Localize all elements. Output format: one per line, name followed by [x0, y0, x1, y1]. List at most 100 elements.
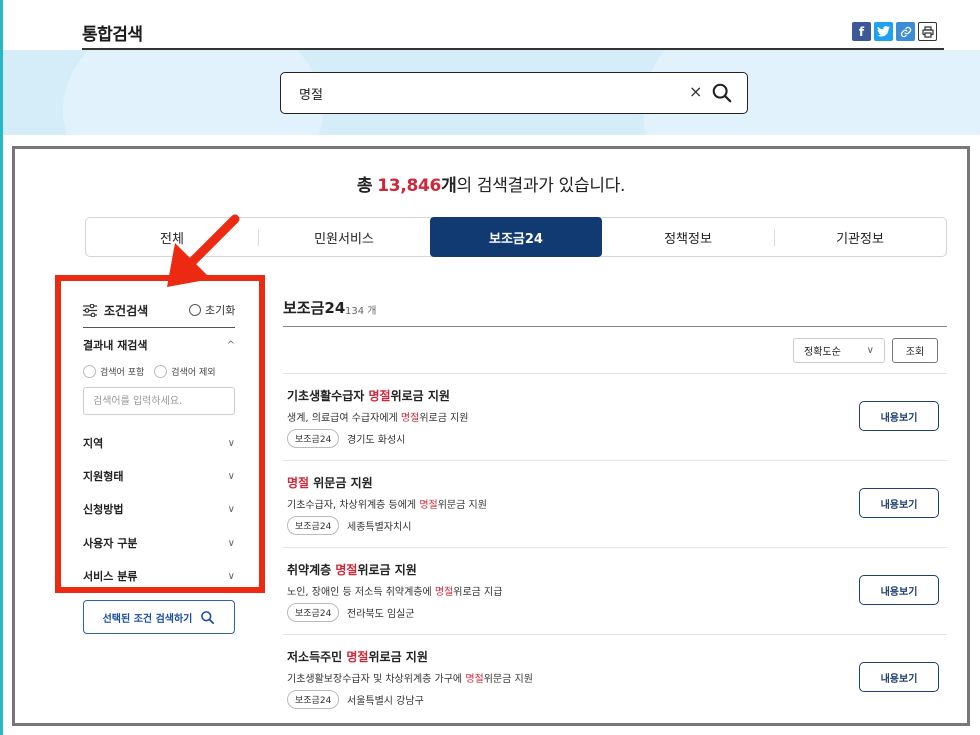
title-text: 저소득주민: [287, 650, 347, 664]
title-highlight: 명절: [335, 563, 358, 577]
filter-support-type[interactable]: 지원형태 ∨: [83, 468, 235, 484]
filter-application-method-label: 신청방법: [83, 503, 124, 516]
include-keyword-label: 검색어 포함: [100, 368, 145, 378]
radio-circle-icon: [154, 365, 168, 378]
chevron-up-icon: ^: [226, 339, 235, 351]
title-text: 위로금 지원: [390, 389, 450, 403]
sort-select[interactable]: 정확도순 ∨: [793, 338, 885, 363]
results-section-title: 보조금24: [283, 299, 346, 317]
result-item: 저소득주민 명절위로금 지원 기초생활보장수급자 및 차상위계층 가구에 명절위…: [283, 634, 947, 721]
result-tag: 보조금24: [287, 429, 340, 448]
desc-highlight: 명절: [419, 500, 438, 511]
print-icon[interactable]: [918, 22, 937, 41]
view-details-button[interactable]: 내용보기: [859, 662, 939, 692]
desc-highlight: 명절: [465, 674, 484, 685]
summary-count: 13,846: [377, 176, 442, 196]
tab-agency-info[interactable]: 기관정보: [774, 218, 946, 256]
summary-unit: 개: [441, 176, 457, 196]
tab-policy-info[interactable]: 정책정보: [602, 218, 774, 256]
apply-filter-button[interactable]: 선택된 조건 검색하기: [83, 600, 235, 634]
result-description: 노인, 장애인 등 저소득 취약계층에 명절위로금 지급: [287, 583, 502, 598]
chevron-down-icon: ∨: [227, 470, 235, 482]
filter-user-type-label: 사용자 구분: [83, 537, 138, 550]
title-text: 위로금 지원: [368, 650, 428, 664]
summary-suffix: 의 검색결과가 있습니다.: [456, 176, 626, 196]
result-title[interactable]: 기초생활수급자 명절위로금 지원: [287, 387, 450, 404]
result-item: 취약계층 명절위로금 지원 노인, 장애인 등 저소득 취약계층에 명절위로금 …: [283, 547, 947, 634]
keyword-input[interactable]: [83, 387, 235, 415]
filter-divider: [83, 327, 235, 328]
filter-support-type-label: 지원형태: [83, 470, 124, 483]
result-region: 서울특별시 강남구: [347, 696, 424, 707]
sliders-icon: [83, 304, 97, 317]
result-title[interactable]: 저소득주민 명절위로금 지원: [287, 648, 428, 665]
result-region: 전라북도 임실군: [347, 609, 415, 620]
refresh-icon: [189, 304, 201, 316]
view-details-button[interactable]: 내용보기: [859, 401, 939, 431]
result-region: 세종특별자치시: [347, 522, 412, 533]
tab-civil-services[interactable]: 민원서비스: [258, 218, 430, 256]
include-keyword-radio[interactable]: 검색어 포함: [83, 365, 144, 378]
title-highlight: 명절: [346, 650, 369, 664]
title-text: 취약계층: [287, 563, 336, 577]
refine-search-toggle[interactable]: 결과내 재검색 ^: [83, 337, 235, 353]
search-icon[interactable]: [711, 82, 733, 104]
filter-user-type[interactable]: 사용자 구분 ∨: [83, 535, 235, 551]
result-item: 기초생활수급자 명절위로금 지원 생계, 의료급여 수급자에게 명절위로금 지원…: [283, 373, 947, 460]
filter-service-category[interactable]: 서비스 분류 ∨: [83, 568, 235, 584]
chevron-down-icon: ∨: [227, 503, 235, 515]
page-title: 통합검색: [82, 25, 143, 45]
desc-text: 위문금 지원: [437, 500, 487, 511]
desc-text: 생계, 의료급여 수급자에게: [287, 413, 401, 424]
chevron-down-icon: ∨: [866, 345, 874, 356]
top-bar: [3, 0, 980, 50]
results-count: 134 개: [345, 306, 377, 317]
filter-service-category-label: 서비스 분류: [83, 570, 138, 583]
result-tag: 보조금24: [287, 603, 340, 622]
view-details-button[interactable]: 내용보기: [859, 575, 939, 605]
search-input[interactable]: [299, 83, 659, 103]
results-frame: 총 13,846개의 검색결과가 있습니다. 전체 민원서비스 보조금24 정책…: [12, 146, 970, 726]
chevron-down-icon: ∨: [227, 570, 235, 582]
filter-header: 조건검색: [83, 302, 148, 319]
result-description: 생계, 의료급여 수급자에게 명절위로금 지원: [287, 409, 469, 424]
tab-subsidy24[interactable]: 보조금24: [430, 217, 602, 257]
desc-text: 노인, 장애인 등 저소득 취약계층에: [287, 587, 435, 598]
radio-circle-icon: [83, 365, 96, 378]
result-description: 기초생활보장수급자 및 차상위계층 가구에 명절위문금 지원: [287, 670, 533, 685]
exclude-keyword-radio[interactable]: 검색어 제외: [154, 365, 216, 378]
title-text: 위문금 지원: [309, 476, 373, 490]
view-details-button[interactable]: 내용보기: [859, 488, 939, 518]
reset-label: 초기화: [205, 304, 236, 317]
desc-highlight: 명절: [400, 413, 420, 424]
result-tag: 보조금24: [287, 690, 340, 709]
query-button[interactable]: 조회: [892, 338, 938, 363]
result-tag: 보조금24: [287, 516, 340, 535]
exclude-keyword-label: 검색어 제외: [171, 368, 216, 378]
facebook-icon[interactable]: f: [852, 22, 871, 41]
link-icon[interactable]: [896, 22, 915, 41]
reset-button[interactable]: 초기화: [189, 302, 235, 318]
refine-options: 검색어 포함 검색어 제외: [83, 365, 216, 378]
result-item: 명절 위문금 지원 기초수급자, 차상위계층 등에게 명절위문금 지원 보조금2…: [283, 460, 947, 547]
desc-text: 위문금 지원: [483, 674, 533, 685]
twitter-icon[interactable]: [874, 22, 893, 41]
desc-text: 기초수급자, 차상위계층 등에게: [287, 500, 420, 511]
search-box: ×: [280, 72, 748, 114]
desc-highlight: 명절: [434, 587, 454, 598]
summary-prefix: 총: [356, 176, 373, 196]
chevron-down-icon: ∨: [227, 437, 235, 449]
desc-text: 위로금 지원: [419, 413, 469, 424]
result-region: 경기도 화성시: [347, 435, 406, 446]
filter-application-method[interactable]: 신청방법 ∨: [83, 501, 235, 517]
filter-region[interactable]: 지역 ∨: [83, 435, 235, 451]
title-highlight: 명절: [287, 476, 310, 490]
search-icon: [201, 610, 215, 624]
result-title[interactable]: 취약계층 명절위로금 지원: [287, 561, 417, 578]
title-text: 기초생활수급자: [287, 389, 369, 403]
refine-search-label: 결과내 재검색: [83, 339, 148, 352]
result-summary: 총 13,846개의 검색결과가 있습니다.: [15, 171, 967, 196]
clear-search-icon[interactable]: ×: [689, 82, 702, 101]
chevron-down-icon: ∨: [227, 537, 235, 549]
result-title[interactable]: 명절 위문금 지원: [287, 474, 373, 491]
